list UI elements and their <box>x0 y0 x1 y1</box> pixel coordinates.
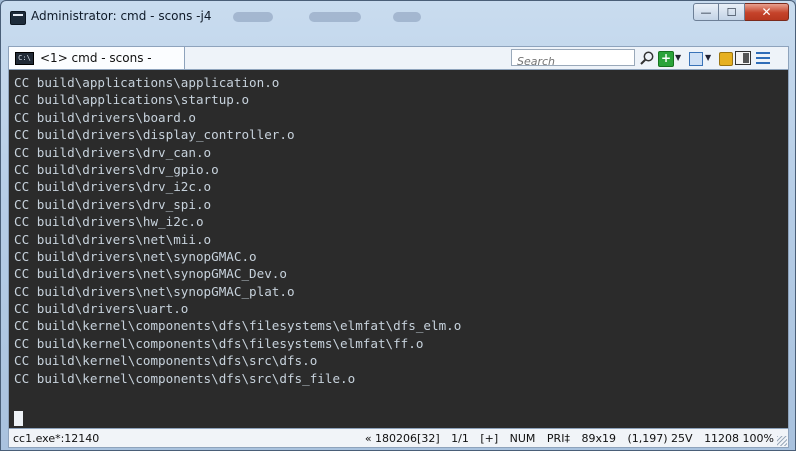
menu-icon[interactable] <box>756 52 770 64</box>
console-window: Administrator: cmd - scons -j4 — ☐ ✕ C:\… <box>0 0 796 451</box>
console-line: CC build\kernel\components\dfs\filesyste… <box>14 318 462 334</box>
console-line: CC build\drivers\hw_i2c.o <box>14 214 204 230</box>
status-position: « 180206[32] <box>364 432 440 445</box>
blurred-title-segment <box>309 12 361 22</box>
console-lines: CC build\applications\application.o CC bu… <box>14 74 461 387</box>
minimize-icon: — <box>700 5 712 19</box>
console-line: CC build\drivers\net\mii.o <box>14 231 212 247</box>
add-console-icon[interactable]: + <box>658 51 674 67</box>
panel-icon[interactable] <box>689 52 703 66</box>
resize-grip-icon[interactable] <box>777 436 787 446</box>
tab-cmd-scons[interactable]: C:\ <1> cmd - scons - <box>9 47 185 69</box>
lock-icon[interactable] <box>719 52 733 66</box>
console-line: CC build\applications\startup.o <box>14 92 250 108</box>
status-priority: PRI‡ <box>546 432 570 445</box>
status-cursor: (1,197) 25V <box>627 432 693 445</box>
status-process[interactable]: cc1.exe*:12140 <box>13 432 99 445</box>
status-size: 89x19 <box>581 432 616 445</box>
console-line: CC build\drivers\net\synopGMAC.o <box>14 248 257 264</box>
status-numlock: NUM <box>509 432 536 445</box>
maximize-icon: ☐ <box>726 5 737 19</box>
console-line: CC build\drivers\net\synopGMAC_Dev.o <box>14 266 287 282</box>
console-line: CC build\drivers\drv_can.o <box>14 144 212 160</box>
status-page: 1/1 <box>451 432 469 445</box>
console-line: CC build\applications\application.o <box>14 75 280 90</box>
tab-bar: C:\ <1> cmd - scons - + ▼ ▼ <box>8 46 789 70</box>
console-app-icon[interactable] <box>10 11 26 25</box>
console-line: CC build\drivers\uart.o <box>14 301 189 317</box>
status-plus: [+] <box>480 432 499 445</box>
dropdown-icon[interactable]: ▼ <box>675 50 685 66</box>
search-box[interactable] <box>511 49 635 69</box>
console-line: CC build\drivers\display_controller.o <box>14 127 295 143</box>
status-pid-zoom: 11208 100% <box>704 432 774 445</box>
console-line: CC build\drivers\drv_spi.o <box>14 196 212 212</box>
console-line: CC build\drivers\net\synopGMAC_plat.o <box>14 283 295 299</box>
status-bar: cc1.exe*:12140 « 180206[32] 1/1 [+] NUM … <box>8 428 789 448</box>
text-cursor <box>14 411 23 426</box>
search-icon[interactable] <box>639 50 655 66</box>
console-line: CC build\kernel\components\dfs\src\dfs_f… <box>14 370 356 386</box>
dropdown-icon[interactable]: ▼ <box>705 50 715 66</box>
close-icon: ✕ <box>761 5 772 19</box>
title-bar[interactable]: Administrator: cmd - scons -j4 — ☐ ✕ <box>1 1 795 35</box>
blurred-title-segment <box>233 12 273 22</box>
minimize-button[interactable]: — <box>693 3 719 21</box>
close-button[interactable]: ✕ <box>745 3 789 21</box>
console-line: CC build\drivers\drv_gpio.o <box>14 161 219 177</box>
layout-icon[interactable] <box>735 51 751 65</box>
window-controls: — ☐ ✕ <box>693 3 789 23</box>
console-line: CC build\drivers\board.o <box>14 109 196 125</box>
search-input[interactable] <box>512 54 617 69</box>
console-line: CC build\kernel\components\dfs\filesyste… <box>14 335 424 351</box>
console-output[interactable]: CC build\applications\application.o CC bu… <box>8 70 789 428</box>
blurred-title-segment <box>393 12 421 22</box>
console-line: CC build\drivers\drv_i2c.o <box>14 179 212 195</box>
maximize-button[interactable]: ☐ <box>719 3 745 21</box>
window-title: Administrator: cmd - scons -j4 <box>31 9 212 23</box>
status-fields: « 180206[32] 1/1 [+] NUM PRI‡ 89x19 (1,1… <box>357 432 774 445</box>
tab-label: <1> cmd - scons - <box>40 51 152 65</box>
console-line: CC build\kernel\components\dfs\src\dfs.o <box>14 353 318 369</box>
console-tab-icon: C:\ <box>15 51 34 65</box>
